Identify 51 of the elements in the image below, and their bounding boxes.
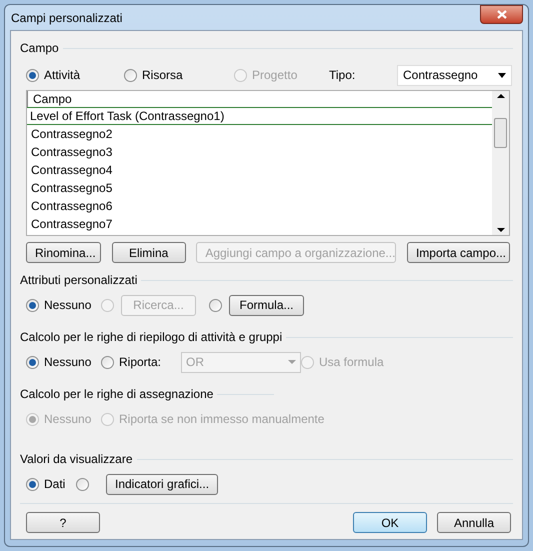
list-row[interactable]: Contrassegno6 [27, 197, 492, 215]
caret-icon [498, 72, 506, 78]
radio-button[interactable] [209, 298, 222, 312]
radio-button[interactable] [26, 298, 39, 312]
radio-button[interactable] [101, 356, 114, 368]
radio-label: Usa formula [319, 354, 384, 371]
dialog-button[interactable]: Annulla [437, 512, 511, 533]
close-icon [496, 10, 506, 19]
dialog-button[interactable]: OK [353, 512, 427, 533]
radio-button[interactable] [124, 68, 137, 82]
radio-label: Risorsa [142, 67, 183, 84]
group-title: Campo [20, 40, 59, 57]
radio-label: Nessuno [44, 411, 92, 428]
radio-label: Riporta se non immesso manualmente [119, 411, 324, 428]
group-title: Calcolo per le righe di assegnazione [20, 386, 214, 403]
dropdown-value: Contrassegno [403, 67, 478, 84]
radio-button[interactable] [26, 356, 39, 368]
radio-label: Attività [44, 67, 80, 84]
scroll-thumb[interactable] [494, 118, 507, 148]
radio-label: Progetto [252, 67, 298, 84]
dialog-button[interactable]: Formula... [229, 294, 304, 316]
radio-button[interactable] [76, 478, 89, 490]
dropdown-value: OR [186, 354, 204, 371]
scrollbar[interactable] [492, 91, 509, 235]
list-row[interactable]: Level of Effort Task (Contrassegno1) [27, 107, 492, 125]
group-title: Valori da visualizzare [20, 451, 132, 468]
dialog-button[interactable]: Indicatori grafici... [106, 474, 218, 494]
up-arrow-icon [496, 94, 504, 98]
radio-label: Dati [44, 476, 66, 493]
list-row[interactable]: Contrassegno5 [27, 179, 492, 197]
list-row[interactable]: Contrassegno7 [27, 215, 492, 233]
close-button[interactable] [480, 5, 523, 24]
window-title: Campi personalizzati [11, 10, 122, 26]
caret-icon [288, 360, 296, 364]
group-title: Calcolo per le righe di riepilogo di attività e gruppi [20, 329, 282, 346]
down-arrow-icon [496, 228, 504, 232]
radio-label: Riporta: [119, 354, 162, 371]
dialog-button[interactable]: Elimina [112, 242, 186, 263]
radio-label: Nessuno [44, 297, 92, 314]
list-row[interactable]: Contrassegno2 [27, 125, 492, 143]
type-label: Tipo: [329, 67, 356, 84]
dialog-button[interactable]: Rinomina... [26, 242, 101, 263]
radio-button[interactable] [26, 478, 39, 490]
list-row[interactable]: Contrassegno4 [27, 161, 492, 179]
dialog-button[interactable]: Importa campo... [406, 242, 510, 263]
radio-button[interactable] [26, 68, 39, 82]
dialog-button[interactable]: ? [26, 512, 100, 533]
type-dropdown[interactable]: Contrassegno [397, 64, 512, 86]
radio-label: Nessuno [44, 354, 92, 371]
list-row[interactable]: Contrassegno3 [27, 143, 492, 161]
group-title: Attributi personalizzati [20, 272, 138, 289]
